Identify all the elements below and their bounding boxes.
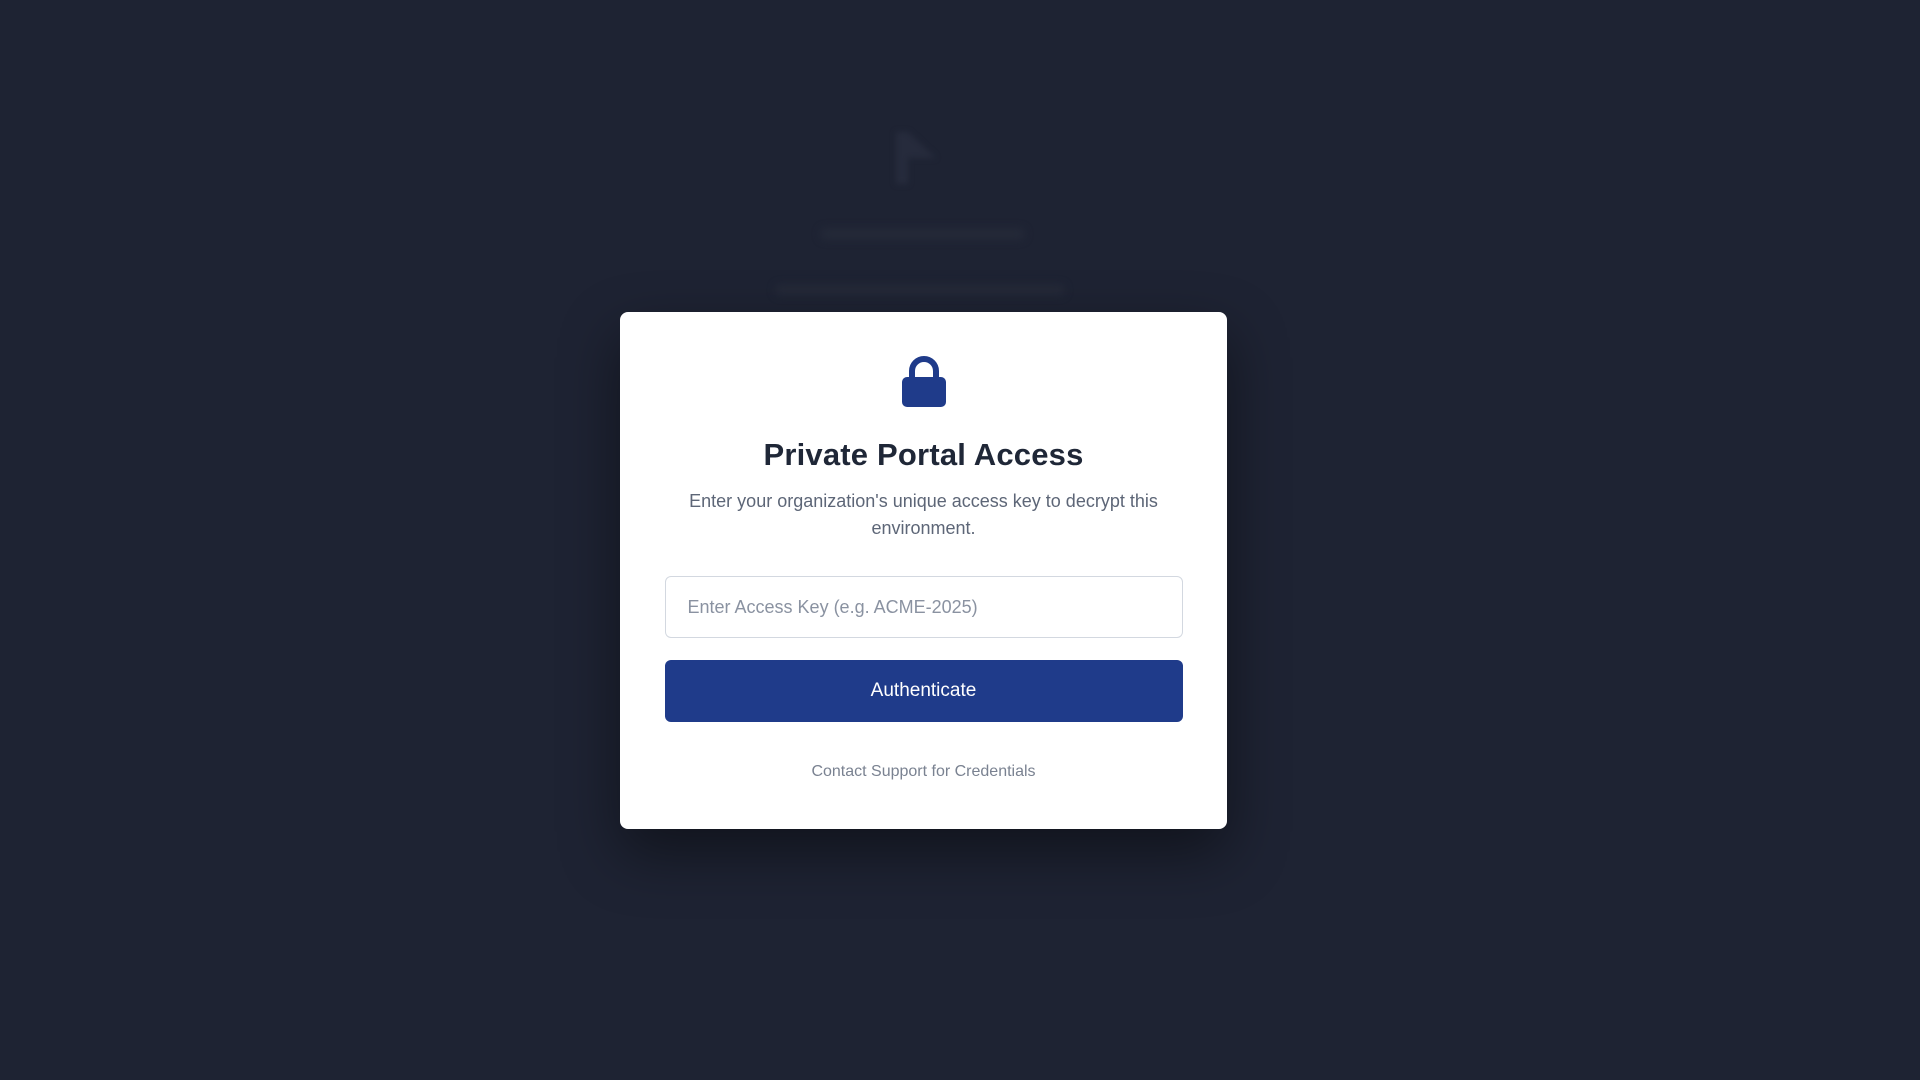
contact-support-link[interactable]: Contact Support for Credentials xyxy=(811,763,1035,781)
modal-overlay: Private Portal Access Enter your organiz… xyxy=(0,0,1920,1080)
lock-icon xyxy=(901,356,946,407)
access-modal: Private Portal Access Enter your organiz… xyxy=(620,312,1227,829)
modal-subtitle: Enter your organization's unique access … xyxy=(689,491,1158,538)
authenticate-button[interactable]: Authenticate xyxy=(664,660,1183,722)
modal-title: Private Portal Access xyxy=(763,437,1084,472)
access-key-input[interactable] xyxy=(664,576,1183,638)
